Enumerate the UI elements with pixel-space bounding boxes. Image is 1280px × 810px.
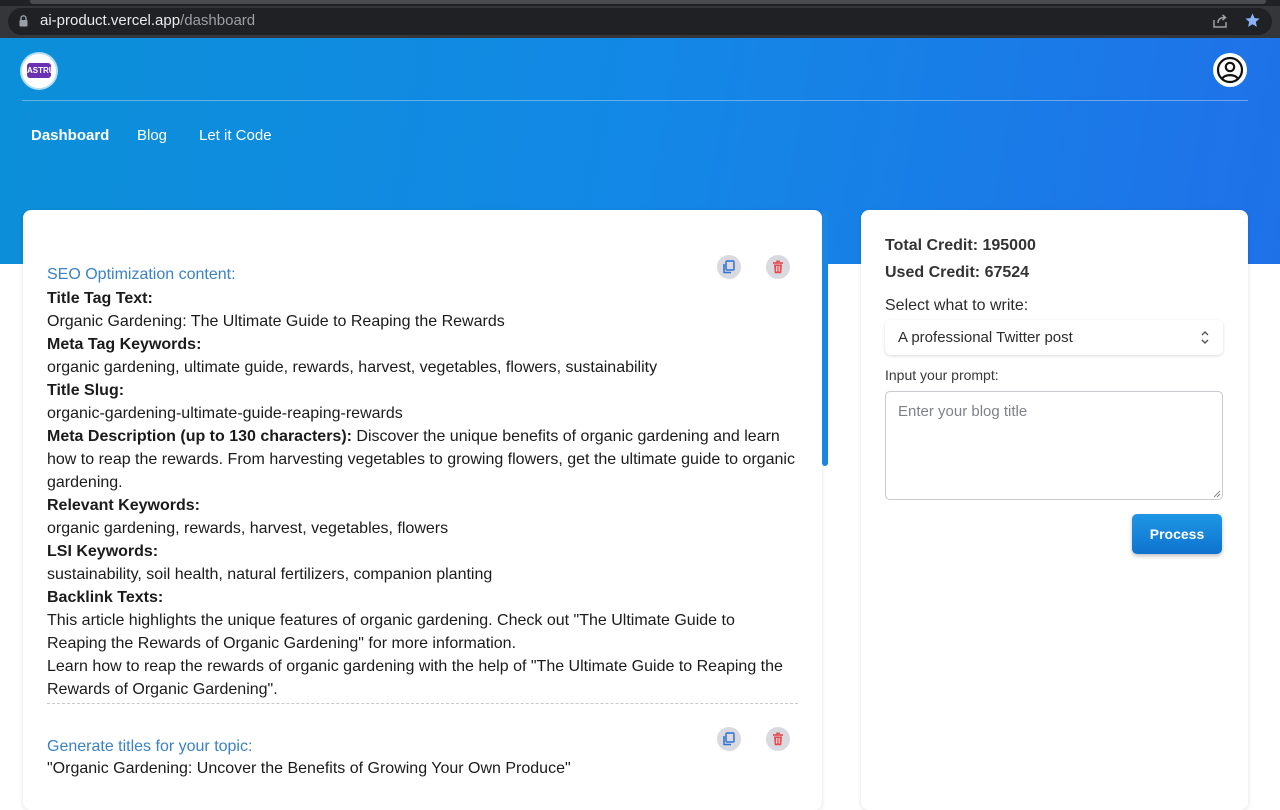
user-account-icon[interactable] — [1213, 53, 1247, 87]
results-scrollbar[interactable] — [822, 210, 828, 466]
prompt-label: Input your prompt: — [885, 367, 999, 383]
process-button[interactable]: Process — [1132, 514, 1222, 554]
field-label: Meta Description (up to 130 characters): — [47, 428, 352, 445]
field-value: organic-gardening-ultimate-guide-reaping… — [47, 405, 403, 422]
select-label: Select what to write: — [885, 297, 1029, 314]
select-value: A professional Twitter post — [898, 329, 1073, 346]
prompt-textarea[interactable] — [885, 391, 1223, 500]
field-value: organic gardening, rewards, harvest, veg… — [47, 520, 449, 537]
nav-blog[interactable]: Blog — [137, 127, 167, 144]
chevron-up-down-icon — [1201, 331, 1209, 344]
seo-result-content: Title Tag Text: Organic Gardening: The U… — [47, 287, 797, 701]
logo-badge: ASTRU — [27, 63, 55, 78]
field-value: sustainability, soil health, natural fer… — [47, 566, 493, 583]
url-text[interactable]: ai-product.vercel.app/dashboard — [40, 12, 255, 29]
result-line: Title Slug: — [47, 379, 797, 402]
copy-icon — [723, 732, 735, 746]
result-line: Meta Description (up to 130 characters):… — [47, 425, 797, 494]
trash-icon — [773, 260, 783, 274]
field-value: organic gardening, ultimate guide, rewar… — [47, 359, 658, 376]
delete-button[interactable] — [766, 255, 790, 279]
field-label: Relevant Keywords: — [47, 497, 200, 514]
lock-icon — [19, 15, 28, 27]
field-label: Title Tag Text: — [47, 290, 153, 307]
copy-button[interactable] — [717, 255, 741, 279]
result-line: Meta Tag Keywords: — [47, 333, 797, 356]
field-value: This article highlights the unique featu… — [47, 612, 735, 652]
header-divider — [22, 100, 1248, 101]
trash-icon — [773, 732, 783, 746]
share-icon[interactable] — [1212, 13, 1228, 29]
field-label: Meta Tag Keywords: — [47, 336, 202, 353]
result-line: Title Tag Text: — [47, 287, 797, 310]
title-result-line: "Organic Gardening: Uncover the Benefits… — [47, 760, 571, 777]
copy-button[interactable] — [717, 727, 741, 751]
resize-grip-icon[interactable] — [1212, 489, 1221, 498]
content-type-select[interactable]: A professional Twitter post — [885, 320, 1223, 355]
url-path: /dashboard — [180, 12, 256, 29]
tab-strip — [0, 0, 1280, 6]
browser-toolbar: ai-product.vercel.app/dashboard — [0, 0, 1280, 38]
total-credit: Total Credit: 195000 — [885, 237, 1036, 254]
result-line: Relevant Keywords: — [47, 494, 797, 517]
field-value: Organic Gardening: The Ultimate Guide to… — [47, 313, 505, 330]
result-line: LSI Keywords: — [47, 540, 797, 563]
app-logo[interactable]: ASTRU — [22, 54, 56, 88]
result-heading-titles: Generate titles for your topic: — [47, 738, 253, 755]
used-credit: Used Credit: 67524 — [885, 264, 1030, 281]
result-heading-seo: SEO Optimization content: — [47, 266, 236, 283]
copy-icon — [723, 260, 735, 274]
field-label: Backlink Texts: — [47, 589, 164, 606]
field-label: Title Slug: — [47, 382, 125, 399]
url-host: ai-product.vercel.app — [40, 12, 181, 29]
delete-button[interactable] — [766, 727, 790, 751]
bookmark-star-icon[interactable] — [1244, 12, 1261, 29]
result-divider — [47, 703, 798, 704]
nav-let-it-code[interactable]: Let it Code — [199, 127, 272, 144]
field-label: LSI Keywords: — [47, 543, 159, 560]
field-value: Learn how to reap the rewards of organic… — [47, 658, 783, 698]
result-line: Backlink Texts: — [47, 586, 797, 609]
nav-dashboard[interactable]: Dashboard — [31, 127, 109, 144]
